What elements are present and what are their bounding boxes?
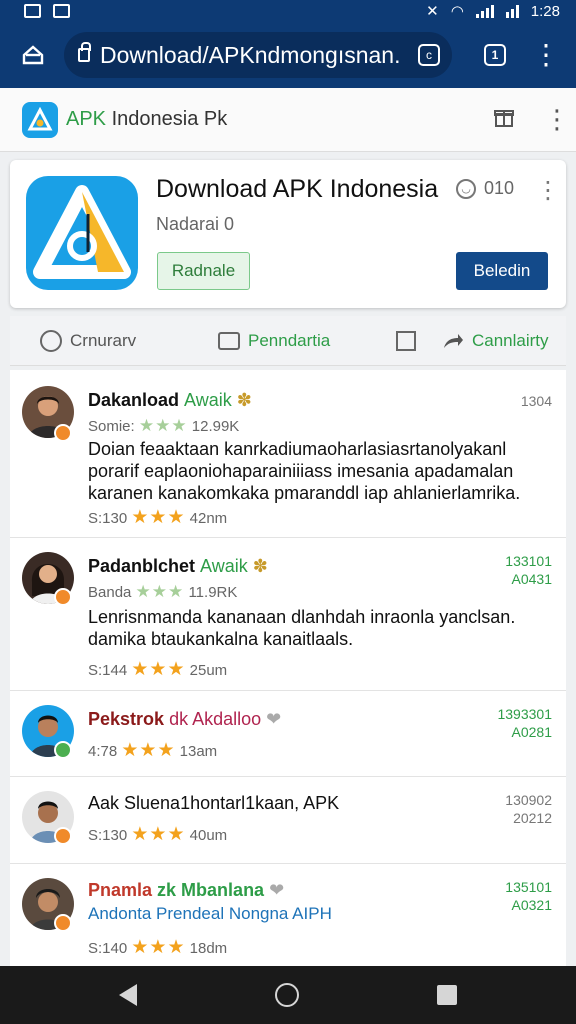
post-side-info: 1304 — [520, 393, 552, 409]
tab-box[interactable] — [396, 330, 416, 351]
mute-icon: ✕ — [426, 3, 439, 20]
list-item[interactable]: Pekstrok dk Akdalloo ❤ 1393301 A0281 4:78… — [10, 691, 566, 777]
app-subtitle: Nadarai 0 — [156, 214, 235, 234]
address-bar[interactable]: Download/APKndmongısnan. c — [64, 32, 452, 78]
action-tabs: Crnurarv Penndartia Cannlairty — [10, 316, 566, 366]
rating-stars-icon: ★★★ — [138, 416, 188, 435]
app-icon[interactable] — [26, 176, 138, 290]
gift-icon[interactable] — [492, 105, 516, 135]
bookmark-icon — [396, 330, 416, 351]
post-subtitle[interactable]: Andonta Prendeal Nongna AIPH — [88, 904, 332, 924]
post-footer: S:144 ★★★ 25um — [88, 659, 228, 680]
post-author: Dakanload Awaik ✽ — [88, 390, 252, 410]
app-title: Download APK Indonesia — [156, 175, 439, 203]
browser-toolbar: Download/APKndmongısnan. c 1 ⋮ — [0, 22, 576, 88]
wifi-icon: ◠ — [450, 3, 464, 20]
gallery-notification-icon — [24, 4, 41, 18]
post-side-info: 130902 20212 — [505, 792, 552, 826]
post-footer: S:130 ★★★ 42nm — [88, 507, 228, 528]
bell-icon: ✽ — [236, 390, 252, 410]
tabs-button[interactable]: 1 — [484, 44, 506, 66]
system-nav-bar — [0, 966, 576, 1024]
list-item[interactable]: Dakanload Awaik ✽ 1304 Somie: ★★★ 12.99K… — [10, 370, 566, 538]
battery-signal-icon — [505, 4, 519, 18]
bell-icon: ✽ — [252, 556, 268, 576]
post-body: Doian feaaktaan kanrkadiumaoharlasiasrta… — [88, 439, 521, 503]
lock-icon — [78, 42, 91, 62]
rating-stars-icon: ★★★ — [131, 507, 186, 528]
app-more-icon[interactable]: ⋮ — [536, 176, 560, 205]
app-rating: ◡ 010 — [456, 178, 514, 199]
download-button[interactable]: Beledin — [456, 252, 548, 290]
post-author: Pnamla zk Mbanlana ❤ — [88, 880, 285, 900]
browser-menu-button[interactable]: ⋮ — [532, 41, 560, 69]
post-meta: Somie: ★★★ 12.99K — [88, 416, 240, 435]
site-more-icon[interactable]: ⋮ — [544, 104, 570, 135]
post-side-info: 133101 A0431 — [505, 553, 552, 587]
site-logo[interactable] — [22, 101, 58, 138]
avatar-badge-icon — [54, 741, 72, 759]
clock: 1:28 — [530, 2, 560, 20]
url-badge-icon[interactable]: c — [418, 44, 440, 66]
site-name[interactable]: APK Indonesia Pk — [66, 108, 227, 131]
tab-cannlairty[interactable]: Cannlairty — [442, 331, 549, 351]
tab-crnurarv[interactable]: Crnurarv — [40, 329, 136, 352]
post-author: Pekstrok dk Akdalloo ❤ — [88, 709, 282, 729]
smile-icon: ◡ — [456, 178, 476, 199]
url-text: Download/APKndmongısnan. — [100, 41, 401, 68]
review-feed: Dakanload Awaik ✽ 1304 Somie: ★★★ 12.99K… — [10, 370, 566, 966]
post-footer: 4:78 ★★★ 13am — [88, 740, 218, 761]
post-author: Padanblchet Awaik ✽ — [88, 556, 268, 576]
site-header: APK Indonesia Pk ⋮ — [0, 88, 576, 152]
avatar-badge-icon — [54, 588, 72, 606]
rating-stars-icon: ★★★ — [135, 582, 185, 601]
avatar-badge-icon — [54, 424, 72, 442]
heart-icon: ❤ — [266, 709, 282, 729]
avatar-badge-icon — [54, 827, 72, 845]
image-notification-icon — [53, 4, 70, 18]
home-icon[interactable] — [18, 40, 48, 70]
list-item[interactable]: Pnamla zk Mbanlana ❤ 135101 A0321 Andonta… — [10, 864, 566, 966]
rating-stars-icon: ★★★ — [121, 740, 176, 761]
post-side-info: 135101 A0321 — [505, 879, 552, 913]
post-meta: Banda ★★★ 11.9RK — [88, 582, 238, 601]
post-body: Lenrisnmanda kananaan dlanhdah inraonla … — [88, 607, 516, 649]
rating-stars-icon: ★★★ — [131, 937, 186, 958]
home-circle-icon[interactable] — [275, 983, 299, 1007]
rating-stars-icon: ★★★ — [131, 659, 186, 680]
location-icon — [40, 329, 62, 352]
back-icon[interactable] — [119, 984, 137, 1006]
comment-icon — [218, 331, 240, 350]
share-icon — [444, 333, 463, 348]
tab-penndartia[interactable]: Penndartia — [218, 331, 330, 351]
list-item[interactable]: Padanblchet Awaik ✽ 133101 A0431 Banda ★★… — [10, 538, 566, 691]
heart-icon: ❤ — [269, 880, 285, 900]
list-item[interactable]: Aak Sluena1hontarl1kaan, APK 130902 20212… — [10, 777, 566, 864]
post-side-info: 1393301 A0281 — [497, 706, 552, 740]
post-footer: S:130 ★★★ 40um — [88, 824, 228, 845]
signal-icon — [475, 4, 494, 18]
rating-stars-icon: ★★★ — [131, 824, 186, 845]
secondary-action-button[interactable]: Radnale — [157, 252, 250, 290]
rating-value: 010 — [484, 178, 515, 198]
recents-icon[interactable] — [437, 985, 457, 1005]
post-footer: S:140 ★★★ 18dm — [88, 937, 228, 958]
avatar-badge-icon — [54, 914, 72, 932]
app-card: Download APK Indonesia ◡ 010 ⋮ Nadarai 0… — [10, 160, 566, 308]
post-author: Aak Sluena1hontarl1kaan, APK — [88, 793, 340, 813]
status-bar: ✕ ◠ 1:28 — [0, 0, 576, 22]
